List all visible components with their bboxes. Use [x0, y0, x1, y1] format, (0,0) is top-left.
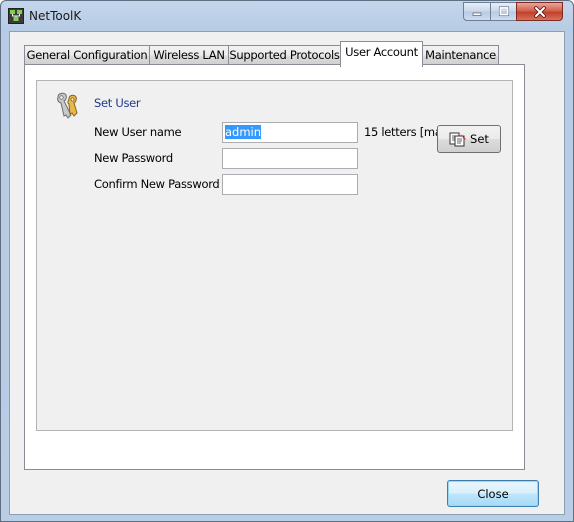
new-username-value: admin — [225, 125, 262, 139]
tab-supported-protocols[interactable]: Supported Protocols — [228, 45, 341, 65]
new-username-input[interactable]: admin — [222, 122, 358, 143]
set-user-title: Set User — [94, 96, 141, 110]
set-icon — [449, 132, 467, 146]
maximize-icon — [498, 6, 509, 17]
tab-user-account[interactable]: User Account — [340, 41, 423, 67]
new-password-label: New Password — [94, 151, 173, 165]
network-app-icon — [8, 8, 24, 24]
dialog-body: General Configuration Wireless LAN Suppo… — [9, 31, 565, 515]
title-bar[interactable]: NetToolK — [1, 1, 573, 31]
tab-general-configuration[interactable]: General Configuration — [24, 45, 150, 65]
app-window: NetToolK General Configuration Wireless … — [0, 0, 574, 522]
close-window-button[interactable] — [516, 2, 563, 21]
close-icon — [533, 5, 546, 18]
minimize-button[interactable] — [463, 2, 491, 21]
window-title: NetToolK — [29, 9, 82, 23]
set-button-label: Set — [470, 132, 489, 146]
set-button[interactable]: Set — [437, 125, 501, 153]
new-password-input[interactable] — [222, 148, 358, 169]
confirm-password-input[interactable] — [222, 174, 358, 195]
minimize-icon — [472, 12, 482, 16]
close-button[interactable]: Close — [447, 480, 539, 507]
confirm-password-label: Confirm New Password — [94, 177, 220, 191]
user-keys-icon — [57, 92, 78, 119]
maximize-button[interactable] — [490, 2, 517, 21]
tab-wireless-lan[interactable]: Wireless LAN — [149, 45, 229, 65]
new-username-label: New User name — [94, 125, 182, 139]
tab-maintenance[interactable]: Maintenance — [422, 45, 499, 65]
